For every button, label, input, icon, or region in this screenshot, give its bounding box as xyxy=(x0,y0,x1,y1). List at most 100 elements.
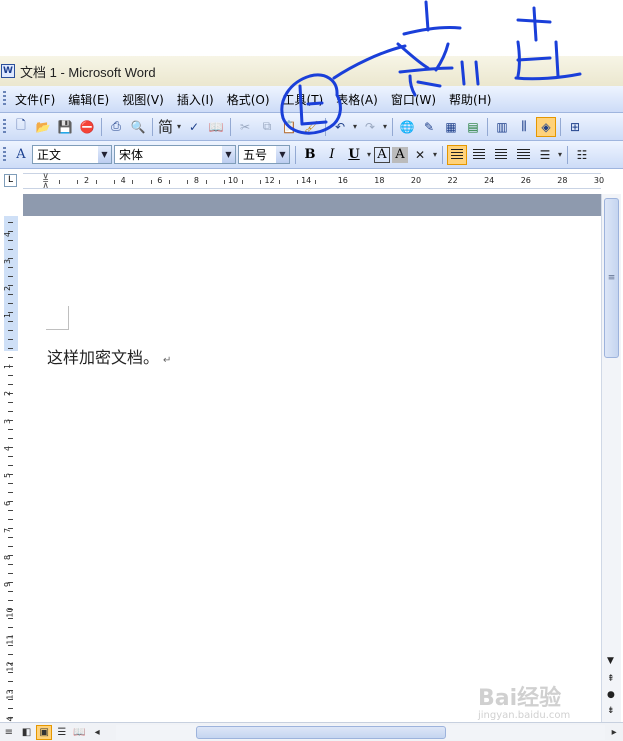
horizontal-scroll-thumb[interactable] xyxy=(195,725,446,739)
horizontal-ruler[interactable]: ⊻ ⊼ 2 4 6 8 10 12 14 16 18 20 22 24 26 28 30 xyxy=(23,173,605,191)
toolbar-grip[interactable] xyxy=(3,91,6,107)
menu-file[interactable]: 文件(F) xyxy=(10,89,60,110)
print-preview-icon[interactable]: 🔍 xyxy=(128,117,148,137)
insert-table-icon[interactable]: ▦ xyxy=(441,117,461,137)
chevron-down-icon[interactable]: ▾ xyxy=(351,122,359,131)
permission-icon[interactable]: ⛔ xyxy=(77,117,97,137)
menu-view[interactable]: 视图(V) xyxy=(117,89,169,110)
columns-icon[interactable]: ▥ xyxy=(492,117,512,137)
web-layout-icon[interactable]: ◧ xyxy=(19,725,35,740)
toolbar-separator xyxy=(567,145,568,164)
horizontal-scrollbar[interactable] xyxy=(115,724,606,740)
chevron-down-icon[interactable]: ▼ xyxy=(276,146,289,163)
font-select[interactable]: 宋体 ▼ xyxy=(114,145,236,164)
chevron-down-icon[interactable]: ▼ xyxy=(98,146,111,163)
paste-icon[interactable]: 📋 xyxy=(279,117,299,137)
bold-button[interactable]: B xyxy=(300,145,320,165)
chevron-down-icon[interactable]: ▾ xyxy=(175,122,183,131)
outline-view-icon[interactable]: ☰ xyxy=(54,725,70,740)
format-painter-icon[interactable]: 🖌 xyxy=(301,117,321,137)
reading-layout-icon[interactable]: 📖 xyxy=(72,725,88,740)
ruler-tick xyxy=(223,180,225,184)
drawing-icon[interactable]: ⫼ xyxy=(514,117,534,137)
align-right-button[interactable] xyxy=(491,145,511,165)
vertical-ruler-tick xyxy=(8,393,13,394)
normal-view-icon[interactable]: ≡ xyxy=(1,725,17,740)
style-select[interactable]: 正文 ▼ xyxy=(32,145,112,164)
distribute-button[interactable] xyxy=(513,145,533,165)
menu-edit[interactable]: 编辑(E) xyxy=(63,89,114,110)
align-center-button[interactable] xyxy=(469,145,489,165)
scroll-right-arrow-icon[interactable]: ▸ xyxy=(606,725,622,740)
chevron-down-icon[interactable]: ▾ xyxy=(431,150,439,159)
align-justify-button[interactable] xyxy=(447,144,467,165)
word-app-icon[interactable]: W xyxy=(1,64,15,78)
paragraph-mark: ↵ xyxy=(163,355,172,366)
menu-format[interactable]: 格式(O) xyxy=(222,89,275,110)
vertical-ruler-tick xyxy=(8,681,13,682)
research-icon[interactable]: 📖 xyxy=(206,117,226,137)
line-spacing-icon[interactable]: ☰ xyxy=(535,145,555,165)
menu-help[interactable]: 帮助(H) xyxy=(444,89,496,110)
vertical-ruler-tick xyxy=(8,501,13,502)
menu-table[interactable]: 表格(A) xyxy=(331,89,383,110)
document-map-icon[interactable]: ◈ xyxy=(536,116,557,137)
character-border-button[interactable]: A xyxy=(374,146,390,163)
indent-marker[interactable]: ⊻ ⊼ xyxy=(41,174,50,191)
styles-formatting-icon[interactable]: A xyxy=(11,145,31,165)
next-page-icon[interactable]: ⇟ xyxy=(607,706,615,716)
document-page[interactable]: 这样加密文档。 ↵ xyxy=(23,216,601,724)
insert-excel-icon[interactable]: ▤ xyxy=(463,117,483,137)
tab-selector[interactable]: L xyxy=(4,174,17,187)
print-layout-icon[interactable]: ▣ xyxy=(36,724,53,740)
vertical-ruler-tick xyxy=(8,429,13,430)
chevron-down-icon[interactable]: ▾ xyxy=(365,150,373,159)
menu-window[interactable]: 窗口(W) xyxy=(386,89,441,110)
save-icon[interactable]: 💾 xyxy=(55,117,75,137)
vertical-ruler-tick xyxy=(8,402,13,403)
font-size-select[interactable]: 五号 ▼ xyxy=(238,145,290,164)
previous-page-icon[interactable]: ⇞ xyxy=(607,674,615,684)
menu-insert[interactable]: 插入(I) xyxy=(172,89,219,110)
tables-borders-icon[interactable]: ✎ xyxy=(419,117,439,137)
traditional-simplified-button[interactable]: 简 xyxy=(156,116,175,137)
ruler-tick xyxy=(77,180,79,184)
toolbar-grip[interactable] xyxy=(3,118,6,135)
scroll-down-arrow-icon[interactable]: ▼ xyxy=(607,656,614,666)
toolbar-separator xyxy=(295,145,296,164)
show-hide-icon[interactable]: ⊞ xyxy=(565,117,585,137)
chevron-down-icon[interactable]: ▾ xyxy=(381,122,389,131)
ruler-label: 10 xyxy=(227,176,239,185)
chevron-down-icon[interactable]: ▼ xyxy=(222,146,235,163)
spelling-icon[interactable]: ✓ xyxy=(184,117,204,137)
ruler-label: 30 xyxy=(593,176,605,185)
vertical-scrollbar[interactable]: ≡ ▼ ⇞ ● ⇟ xyxy=(601,194,621,724)
vertical-ruler-tick xyxy=(8,258,13,259)
cut-icon[interactable]: ✂ xyxy=(235,117,255,137)
copy-icon[interactable]: ⧉ xyxy=(257,117,277,137)
new-document-icon[interactable]: 🗋 xyxy=(11,117,31,137)
underline-button[interactable]: U xyxy=(344,145,364,165)
vertical-scroll-thumb[interactable]: ≡ xyxy=(604,198,619,358)
hyperlink-icon[interactable]: 🌐 xyxy=(397,117,417,137)
vertical-ruler-tick xyxy=(8,573,13,574)
document-body-text[interactable]: 这样加密文档。 ↵ xyxy=(47,344,171,368)
menu-tools[interactable]: 工具(T) xyxy=(278,89,329,110)
select-browse-object-icon[interactable]: ● xyxy=(607,690,615,700)
vertical-ruler-tick xyxy=(8,303,13,304)
print-icon[interactable]: ⎙ xyxy=(106,117,126,137)
redo-icon[interactable]: ↷ xyxy=(360,117,380,137)
character-shading-button[interactable]: A xyxy=(392,146,408,163)
vertical-ruler-tick xyxy=(8,654,13,655)
scroll-left-arrow-icon[interactable]: ◂ xyxy=(89,725,105,740)
open-folder-icon[interactable]: 📂 xyxy=(33,117,53,137)
phonetic-guide-icon[interactable]: ✕ xyxy=(410,145,430,165)
vertical-ruler[interactable]: 43211234567891011121314 xyxy=(2,216,20,726)
vertical-ruler-tick xyxy=(8,492,13,493)
italic-button[interactable]: I xyxy=(322,145,342,165)
toolbar-separator xyxy=(560,117,562,136)
toolbar-grip[interactable] xyxy=(3,146,6,163)
numbering-icon[interactable]: ☷ xyxy=(572,145,592,165)
chevron-down-icon[interactable]: ▾ xyxy=(556,150,564,159)
undo-icon[interactable]: ↶ xyxy=(330,117,350,137)
